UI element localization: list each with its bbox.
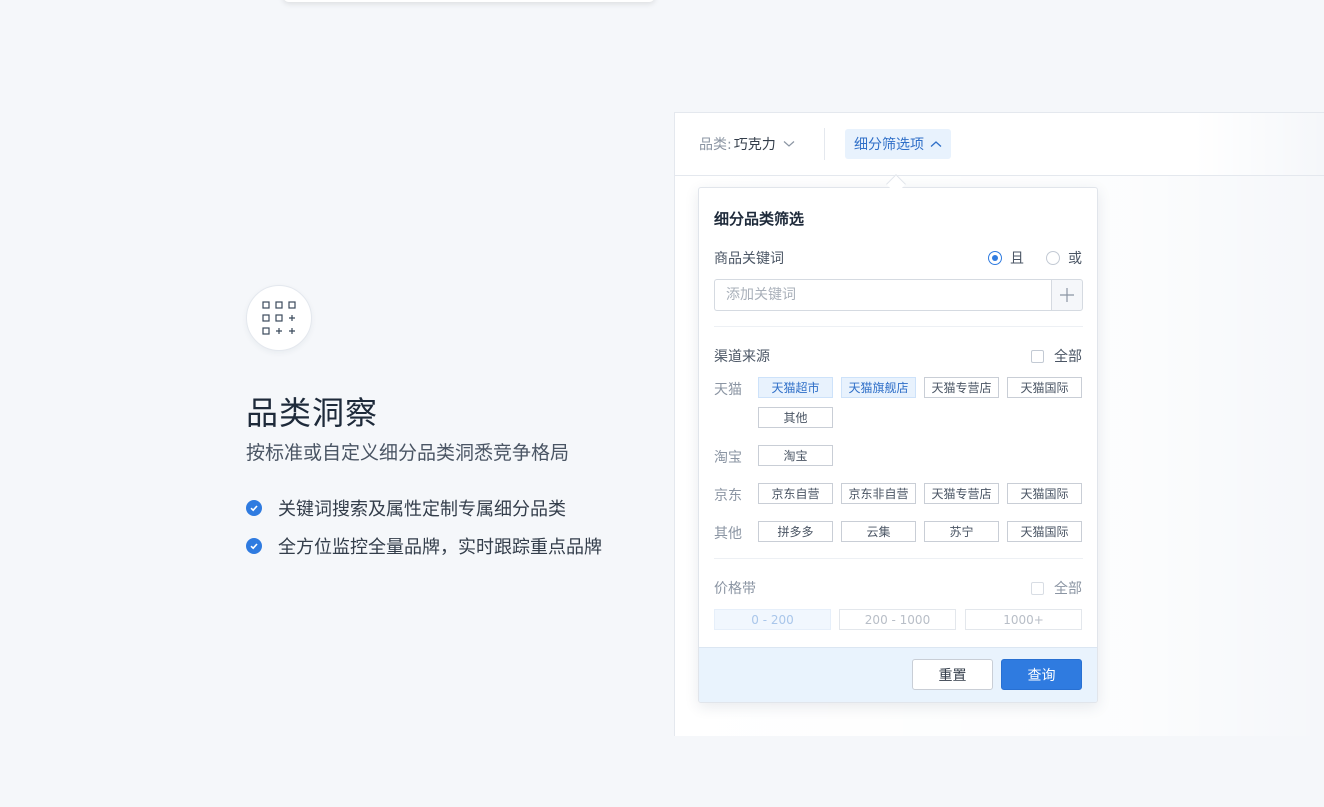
channel-group-label: 天猫 — [714, 382, 742, 398]
channel-tag[interactable]: 天猫超市 — [758, 377, 833, 398]
category-selector[interactable]: 品类: 巧克力 — [699, 134, 795, 154]
feature-bullet-text: 全方位监控全量品牌，实时跟踪重点品牌 — [278, 537, 602, 558]
chevron-up-icon — [930, 141, 942, 147]
segment-filter-button[interactable]: 细分筛选项 — [845, 129, 951, 159]
radio-or-label: 或 — [1068, 251, 1082, 267]
channel-all-checkbox[interactable]: 全部 — [1031, 346, 1082, 366]
price-label: 价格带 — [714, 581, 756, 597]
section-divider — [714, 326, 1083, 327]
check-circle-icon — [246, 500, 262, 516]
query-button[interactable]: 查询 — [1001, 659, 1082, 690]
channel-tag[interactable]: 天猫国际 — [1007, 483, 1082, 504]
feature-bullet: 关键词搜索及属性定制专属细分品类 — [246, 495, 566, 521]
radio-and[interactable] — [988, 251, 1002, 265]
channel-all-label: 全部 — [1054, 349, 1082, 365]
price-all-checkbox[interactable]: 全部 — [1031, 578, 1082, 598]
plus-icon — [1060, 288, 1074, 302]
category-grid-icon — [246, 285, 312, 351]
checkbox-box — [1031, 349, 1044, 363]
reset-button[interactable]: 重置 — [912, 659, 993, 690]
price-range-tag[interactable]: 0 - 200 — [714, 609, 831, 630]
keyword-label: 商品关键词 — [714, 251, 784, 267]
check-circle-icon — [246, 538, 262, 554]
channel-group-label: 京东 — [714, 488, 742, 504]
feature-bullet-text: 关键词搜索及属性定制专属细分品类 — [278, 499, 566, 520]
feature-title: 品类洞察 — [246, 394, 379, 432]
channel-tag[interactable]: 拼多多 — [758, 521, 833, 542]
channel-tag[interactable]: 其他 — [758, 407, 833, 428]
checkbox-box — [1031, 581, 1044, 595]
feature-bullet: 全方位监控全量品牌，实时跟踪重点品牌 — [246, 533, 602, 559]
price-range-tag[interactable]: 200 - 1000 — [839, 609, 956, 630]
add-keyword-button[interactable] — [1051, 279, 1083, 311]
radio-or[interactable] — [1046, 251, 1060, 265]
top-card-edge — [283, 0, 655, 2]
segment-filter-dropdown: 细分品类筛选 商品关键词 且 或 渠道来源 全部 天猫 天猫超市 天猫旗舰店 天… — [698, 187, 1098, 703]
toolbar-divider — [824, 128, 825, 160]
channel-tag[interactable]: 淘宝 — [758, 445, 833, 466]
channel-tag[interactable]: 京东非自营 — [841, 483, 916, 504]
chevron-down-icon — [783, 141, 795, 147]
channel-tag[interactable]: 云集 — [841, 521, 916, 542]
channel-tag[interactable]: 京东自营 — [758, 483, 833, 504]
category-label: 品类: — [699, 137, 732, 153]
channel-tag[interactable]: 天猫专营店 — [924, 377, 999, 398]
keyword-mode-group: 且 或 — [988, 248, 1082, 268]
category-value: 巧克力 — [733, 137, 776, 153]
channel-tag[interactable]: 天猫国际 — [1007, 521, 1082, 542]
channel-tag[interactable]: 天猫专营店 — [924, 483, 999, 504]
price-all-label: 全部 — [1054, 581, 1082, 597]
channel-tag[interactable]: 天猫旗舰店 — [841, 377, 916, 398]
feature-subtitle: 按标准或自定义细分品类洞悉竞争格局 — [246, 442, 570, 464]
channel-label: 渠道来源 — [714, 349, 770, 365]
channel-group-label: 其他 — [714, 526, 742, 542]
section-divider — [714, 558, 1083, 559]
segment-filter-label: 细分筛选项 — [854, 137, 924, 153]
price-range-tag[interactable]: 1000+ — [965, 609, 1082, 630]
channel-tag[interactable]: 苏宁 — [924, 521, 999, 542]
channel-group-label: 淘宝 — [714, 450, 742, 466]
dropdown-footer: 重置 查询 — [699, 647, 1097, 702]
channel-tag[interactable]: 天猫国际 — [1007, 377, 1082, 398]
keyword-input[interactable] — [714, 279, 1051, 311]
radio-and-label: 且 — [1010, 251, 1024, 267]
dropdown-title: 细分品类筛选 — [714, 210, 805, 228]
